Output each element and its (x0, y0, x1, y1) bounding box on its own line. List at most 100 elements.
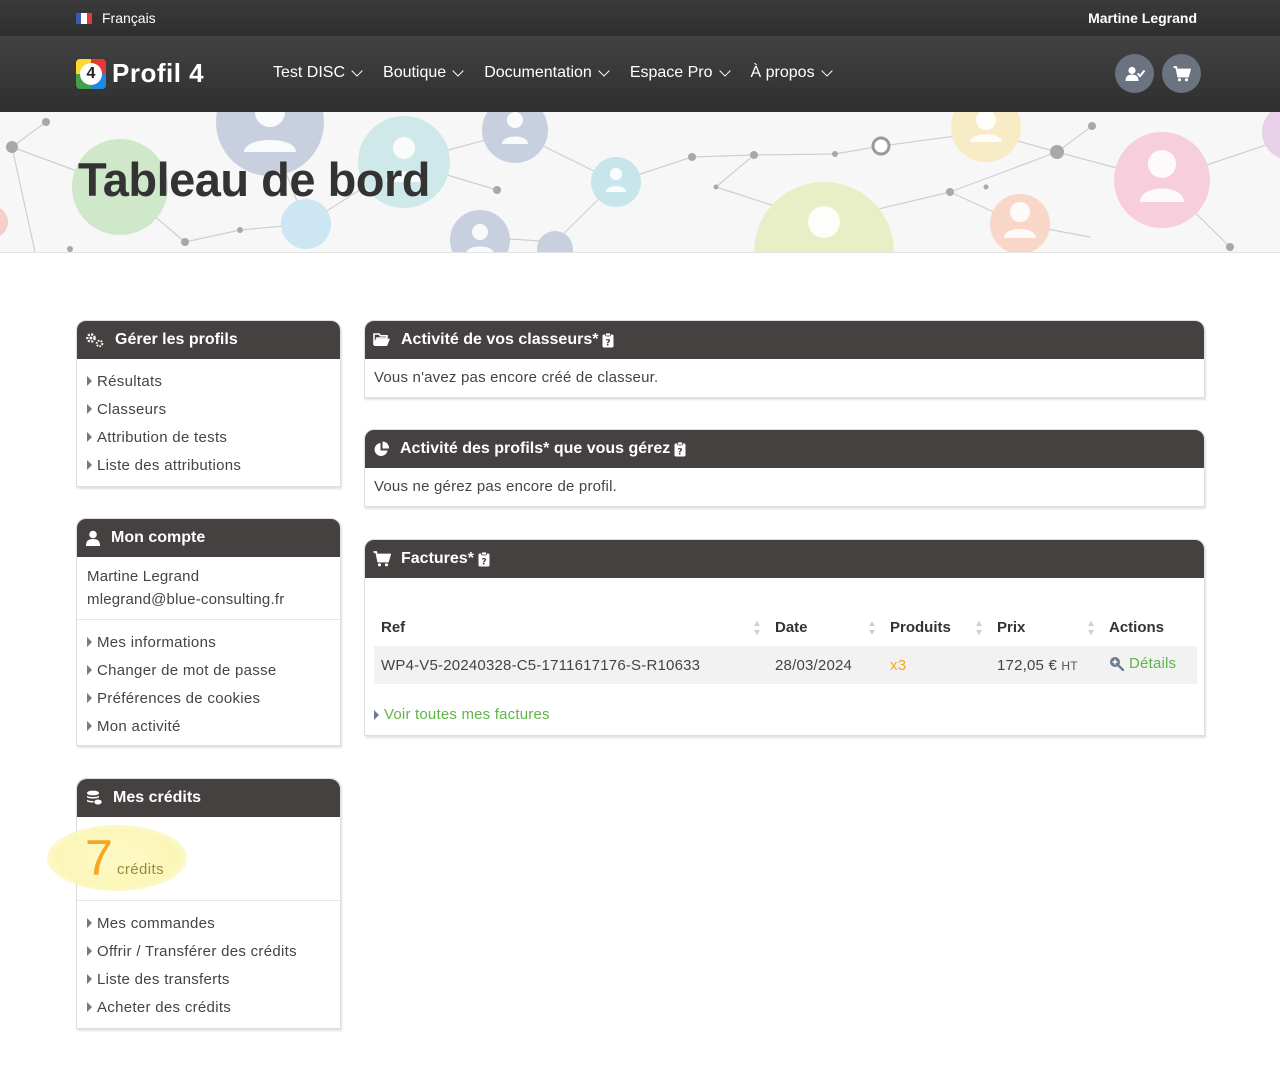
invoices-panel: Factures* ? Ref Date Produits Prix Actio… (364, 539, 1205, 736)
link-transfer-credits[interactable]: Offrir / Transférer des crédits (87, 937, 330, 965)
page-title: Tableau de bord (78, 153, 431, 206)
menu-test-disc[interactable]: Test DISC (273, 64, 363, 82)
language-selector[interactable]: Français (76, 10, 156, 26)
menu-a-propos[interactable]: À propos (751, 64, 833, 82)
link-test-assignment[interactable]: Attribution de tests (87, 423, 330, 451)
column-price[interactable]: Prix (990, 608, 1102, 646)
invoice-price: 172,05 € HT (990, 646, 1102, 684)
column-ref[interactable]: Ref (374, 608, 768, 646)
menu-boutique[interactable]: Boutique (383, 64, 464, 82)
credits-panel: Mes crédits 7 crédits Mes commandes Offr… (47, 778, 341, 1029)
manage-profiles-title: Gérer les profils (115, 331, 238, 348)
caret-right-icon (87, 376, 92, 386)
link-transfer-list[interactable]: Liste des transferts (87, 965, 330, 993)
caret-right-icon (87, 1002, 92, 1012)
cart-icon (1173, 65, 1191, 81)
account-title: Mon compte (111, 529, 206, 546)
main-navbar: 4 Profil 4 Test DISC Boutique Documentat… (0, 36, 1280, 112)
link-change-password[interactable]: Changer de mot de passe (87, 656, 330, 684)
credits-header: Mes crédits (77, 779, 340, 817)
logo-badge-icon: 4 (76, 58, 106, 89)
link-results[interactable]: Résultats (87, 367, 330, 395)
binders-activity-message: Vous n'avez pas encore créé de classeur. (374, 369, 659, 386)
logo-text: Profil 4 (112, 58, 205, 88)
sort-icon (1088, 621, 1094, 635)
credits-count: 7 (85, 830, 113, 886)
chevron-down-icon (351, 65, 363, 77)
caret-right-icon (87, 637, 92, 647)
page-banner: Tableau de bord (0, 112, 1280, 253)
invoices-table: Ref Date Produits Prix Actions WP4-V5-20… (374, 608, 1197, 684)
caret-right-icon (87, 693, 92, 703)
invoices-header: Factures* ? (365, 540, 1204, 578)
flag-fr-icon (76, 12, 92, 24)
column-date[interactable]: Date (768, 608, 883, 646)
caret-right-icon (87, 974, 92, 984)
invoice-date: 28/03/2024 (768, 646, 883, 684)
link-my-info[interactable]: Mes informations (87, 628, 330, 656)
cart-button[interactable] (1162, 54, 1201, 93)
user-check-icon (1125, 66, 1145, 81)
link-my-activity[interactable]: Mon activité (87, 712, 330, 740)
column-actions: Actions (1109, 618, 1165, 636)
binders-activity-panel: Activité de vos classeurs* ? Vous n'avez… (364, 320, 1205, 398)
pie-chart-icon (374, 440, 390, 456)
manage-profiles-links: Résultats Classeurs Attribution de tests… (77, 359, 340, 485)
logo[interactable]: 4 Profil 4 (76, 58, 204, 89)
caret-right-icon (87, 721, 92, 731)
svg-text:?: ? (678, 447, 683, 457)
invoice-ref: WP4-V5-20240328-C5-1711617176-S-R10633 (374, 646, 768, 684)
link-assignment-list[interactable]: Liste des attributions (87, 451, 330, 479)
sort-icon (754, 621, 760, 635)
top-bar: Français Martine Legrand (0, 0, 1280, 36)
managed-profiles-header: Activité des profils* que vous gérez ? (365, 430, 1204, 468)
link-my-orders[interactable]: Mes commandes (87, 909, 330, 937)
chevron-down-icon (718, 65, 731, 77)
manage-profiles-panel: Gérer les profils Résultats Classeurs At… (76, 320, 341, 487)
language-label: Français (102, 10, 156, 26)
sort-icon (976, 621, 982, 635)
account-email: mlegrand@blue-consulting.fr (87, 591, 285, 608)
caret-right-icon (87, 946, 92, 956)
caret-right-icon (87, 432, 92, 442)
coins-icon (87, 790, 103, 806)
table-row: WP4-V5-20240328-C5-1711617176-S-R10633 2… (374, 646, 1197, 684)
cart-icon (373, 551, 391, 567)
managed-profiles-panel: Activité des profils* que vous gérez ? V… (364, 429, 1205, 507)
caret-right-icon (87, 404, 92, 414)
see-all-invoices-link[interactable]: Voir toutes mes factures (374, 706, 1204, 723)
credits-links: Mes commandes Offrir / Transférer des cr… (77, 901, 340, 1027)
account-info: Martine Legrand mlegrand@blue-consulting… (77, 557, 340, 620)
account-button[interactable] (1115, 54, 1154, 93)
svg-text:?: ? (606, 338, 611, 348)
top-user-name[interactable]: Martine Legrand (1088, 10, 1197, 26)
column-products[interactable]: Produits (883, 608, 990, 646)
account-name: Martine Legrand (87, 568, 200, 585)
search-plus-icon (1110, 657, 1124, 671)
binders-activity-header: Activité de vos classeurs* ? (365, 321, 1204, 359)
menu-espace-pro[interactable]: Espace Pro (630, 64, 731, 82)
clipboard-question-icon[interactable]: ? (478, 551, 490, 567)
credits-balance: 7 crédits (47, 817, 340, 901)
caret-right-icon (87, 460, 92, 470)
folder-open-icon (373, 333, 390, 346)
account-panel: Mon compte Martine Legrand mlegrand@blue… (76, 518, 341, 746)
manage-profiles-header: Gérer les profils (77, 321, 340, 359)
invoice-details-link[interactable]: Détails (1102, 646, 1197, 684)
clipboard-question-icon[interactable]: ? (674, 441, 686, 457)
link-binders[interactable]: Classeurs (87, 395, 330, 423)
caret-right-icon (374, 709, 379, 720)
invoice-products[interactable]: x3 (883, 646, 990, 684)
link-cookie-preferences[interactable]: Préférences de cookies (87, 684, 330, 712)
link-buy-credits[interactable]: Acheter des crédits (87, 993, 330, 1021)
main-menu: Test DISC Boutique Documentation Espace … (273, 64, 833, 82)
chevron-down-icon (598, 65, 610, 77)
chevron-down-icon (452, 65, 464, 77)
caret-right-icon (87, 665, 92, 675)
menu-documentation[interactable]: Documentation (484, 64, 610, 82)
gears-icon (86, 333, 104, 348)
clipboard-question-icon[interactable]: ? (602, 332, 614, 348)
chevron-down-icon (820, 65, 833, 77)
managed-profiles-title: Activité des profils* que vous gérez (400, 440, 671, 457)
binders-activity-title: Activité de vos classeurs* (401, 331, 599, 348)
